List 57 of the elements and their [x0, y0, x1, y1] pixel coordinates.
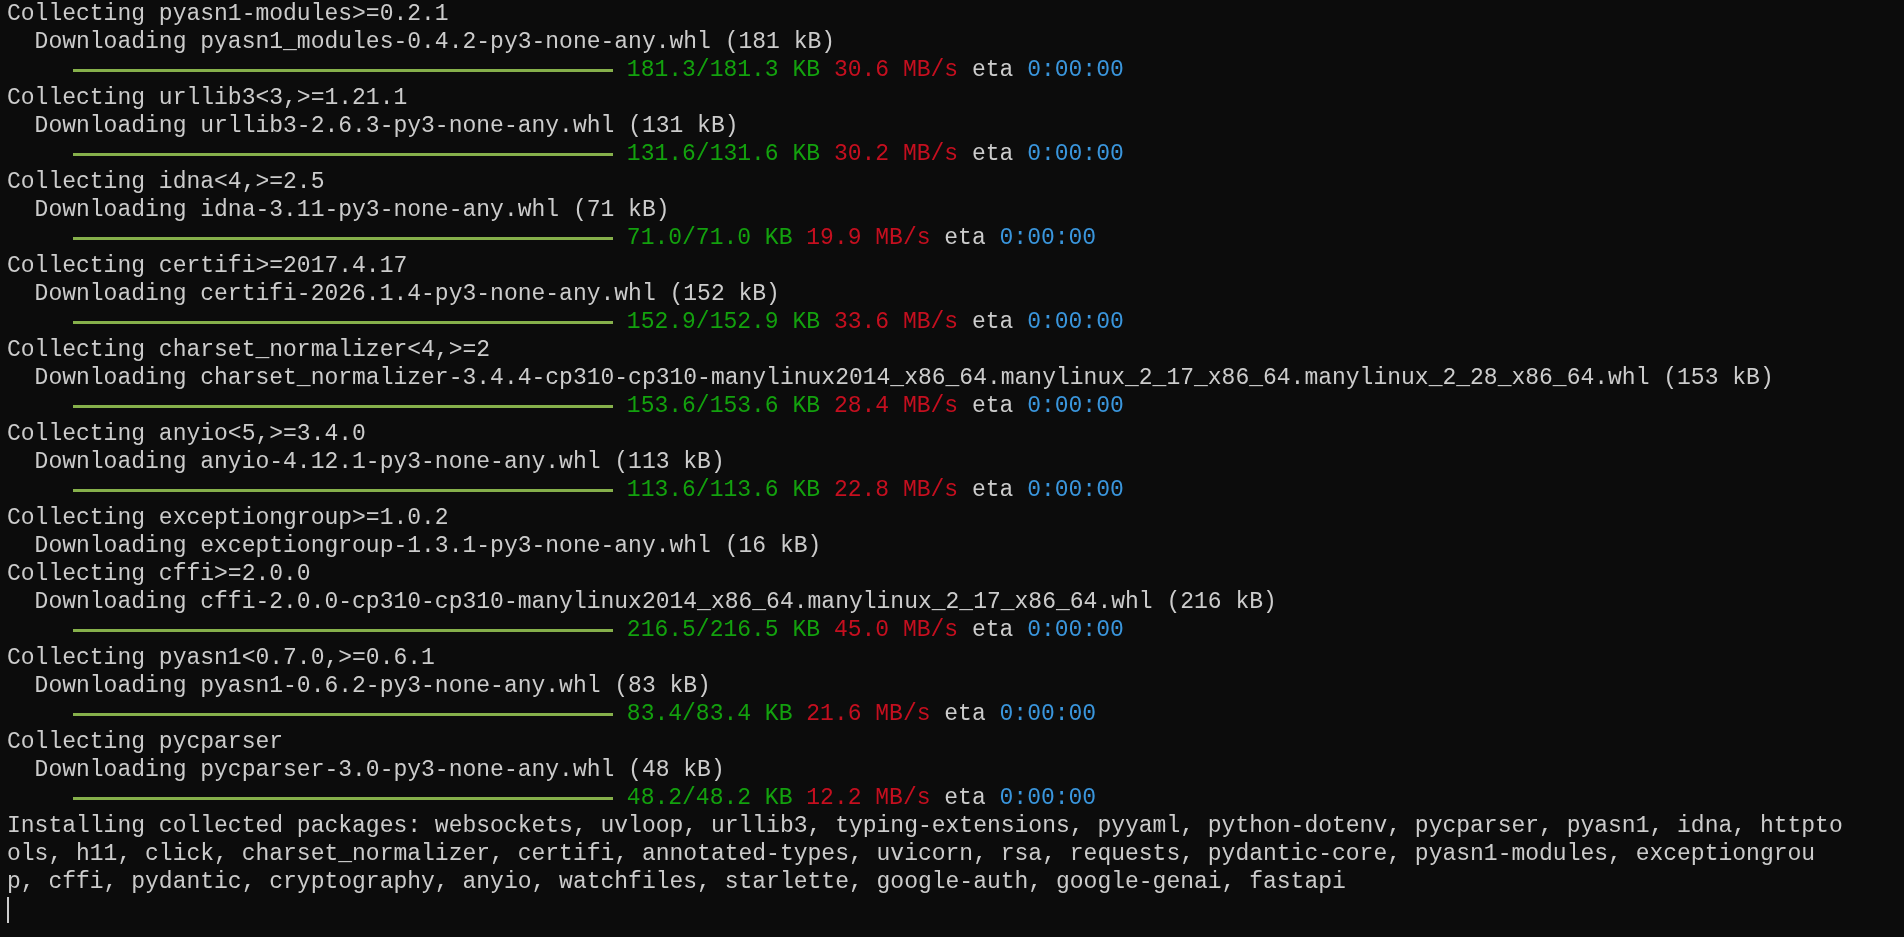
eta-time: 0:00:00 — [1027, 56, 1124, 84]
download-speed: 22.8 MB/s — [833, 476, 959, 504]
download-amount: 181.3/181.3 KB — [626, 56, 821, 84]
eta-label: eta — [971, 616, 1014, 644]
output-line: Collecting cffi>=2.0.0 — [7, 560, 312, 588]
download-amount: 131.6/131.6 KB — [626, 140, 821, 168]
output-line: Collecting charset_normalizer<4,>=2 — [7, 336, 492, 364]
output-line: Downloading idna-3.11-py3-none-any.whl (71 kB) — [33, 196, 671, 224]
output-line: Collecting anyio<5,>=3.4.0 — [7, 420, 367, 448]
output-line: Collecting idna<4,>=2.5 — [7, 168, 326, 196]
eta-label: eta — [944, 700, 986, 728]
download-speed: 45.0 MB/s — [833, 616, 959, 644]
output-line: Collecting exceptiongroup>=1.0.2 — [7, 504, 450, 532]
eta-label: eta — [944, 784, 986, 812]
output-line: Collecting certifi>=2017.4.17 — [7, 252, 409, 280]
output-line: Downloading exceptiongroup-1.3.1-py3-none-any.whl (16 kB) — [33, 532, 823, 560]
output-line: Downloading cffi-2.0.0-cp310-cp310-manylinux2014_x86_64.manylinux_2_17_x86_64.whl (216 kB) — [33, 588, 1278, 616]
download-amount: 113.6/113.6 KB — [626, 476, 821, 504]
download-speed: 30.6 MB/s — [833, 56, 959, 84]
download-speed: 21.6 MB/s — [806, 700, 931, 728]
download-speed: 28.4 MB/s — [833, 392, 959, 420]
output-line: Collecting urllib3<3,>=1.21.1 — [7, 84, 409, 112]
download-amount: 153.6/153.6 KB — [626, 392, 821, 420]
download-amount: 48.2/48.2 KB — [626, 784, 793, 812]
eta-time: 0:00:00 — [999, 784, 1097, 812]
eta-label: eta — [971, 56, 1014, 84]
output-line: Installing collected packages: websockets, uvloop, urllib3, typing-extensions, pyyaml, python-dotenv, pycparser, pyasn1, idna, httptools, h11, click, charset_normalizer, certifi, annotated-types, uvicorn, rsa, requests, pydantic-core, pyasn1-modules, exceptiongroup, cffi, pydantic, cryptography, anyio, watchfiles, starlette, google-auth, google-genai, fastapi — [7, 812, 1844, 896]
eta-label: eta — [971, 392, 1014, 420]
download-speed: 33.6 MB/s — [833, 308, 959, 336]
eta-time: 0:00:00 — [1027, 308, 1124, 336]
eta-label: eta — [971, 140, 1014, 168]
output-line: Downloading certifi-2026.1.4-py3-none-any.whl (152 kB) — [33, 280, 781, 308]
output-line: Downloading pyasn1_modules-0.4.2-py3-none-any.whl (181 kB) — [33, 28, 837, 56]
download-amount: 216.5/216.5 KB — [626, 616, 821, 644]
output-line: Downloading pyasn1-0.6.2-py3-none-any.whl (83 kB) — [33, 672, 712, 700]
output-line: Downloading urllib3-2.6.3-py3-none-any.whl (131 kB) — [33, 112, 740, 140]
eta-time: 0:00:00 — [1027, 476, 1124, 504]
eta-time: 0:00:00 — [1027, 392, 1124, 420]
eta-label: eta — [971, 476, 1014, 504]
eta-label: eta — [971, 308, 1014, 336]
output-line: Collecting pycparser — [7, 728, 285, 756]
eta-time: 0:00:00 — [1027, 616, 1124, 644]
download-amount: 152.9/152.9 KB — [626, 308, 821, 336]
output-line: Downloading anyio-4.12.1-py3-none-any.whl (113 kB) — [33, 448, 726, 476]
output-line: Collecting pyasn1<0.7.0,>=0.6.1 — [7, 644, 436, 672]
download-speed: 19.9 MB/s — [806, 224, 931, 252]
download-speed: 12.2 MB/s — [806, 784, 931, 812]
download-amount: 71.0/71.0 KB — [626, 224, 793, 252]
output-line: Downloading pycparser-3.0-py3-none-any.whl (48 kB) — [33, 756, 726, 784]
eta-label: eta — [944, 224, 986, 252]
download-amount: 83.4/83.4 KB — [626, 700, 793, 728]
eta-time: 0:00:00 — [1027, 140, 1124, 168]
eta-time: 0:00:00 — [999, 700, 1097, 728]
eta-time: 0:00:00 — [999, 224, 1097, 252]
download-speed: 30.2 MB/s — [833, 140, 959, 168]
output-line: Collecting pyasn1-modules>=0.2.1 — [7, 0, 450, 28]
output-line: Downloading charset_normalizer-3.4.4-cp310-cp310-manylinux2014_x86_64.manylinux_2_17_x86_64.manylinux_2_28_x86_64.whl (153 kB) — [33, 364, 1775, 392]
